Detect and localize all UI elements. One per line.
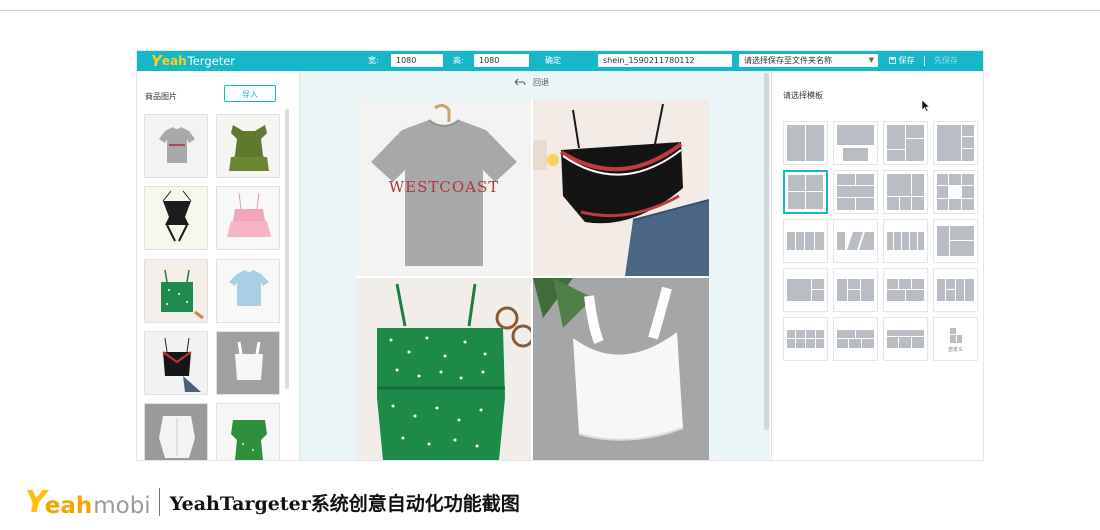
template-split-2-vertical[interactable]	[783, 121, 828, 165]
template-grid-3x4-c[interactable]	[883, 317, 928, 361]
template-grid-uneven-2[interactable]	[933, 121, 978, 165]
template-panel: 请选择模板 自定义	[771, 71, 983, 460]
thumbnail-green-ruffle-top[interactable]	[216, 114, 280, 178]
footer-logo-mark: Y	[25, 485, 47, 520]
disabled-action-label: 先保存	[934, 56, 958, 65]
thumbnail-green-ruffle-top-2[interactable]	[216, 403, 280, 460]
collage-cell-white-tank-top[interactable]	[533, 278, 709, 460]
height-input[interactable]: 1080	[474, 54, 529, 67]
mouse-cursor-icon	[921, 97, 931, 116]
app-window: Yeah Tergeter 宽: 1080 高: 1080 确定 shein_15…	[137, 51, 983, 460]
tshirt-print: WESTCOAST	[389, 178, 500, 196]
toolbar-divider	[924, 56, 925, 66]
footer-caption: YeahTargeter系统创意自动化功能截图	[169, 492, 520, 515]
undo-label: 回退	[533, 78, 549, 87]
template-panel-title: 请选择模板	[783, 91, 823, 100]
chevron-down-icon: ▼	[868, 56, 874, 64]
undo-button[interactable]: 回退	[514, 77, 549, 88]
template-grid-2x2[interactable]	[783, 170, 828, 214]
thumbnail-black-lace-up-top[interactable]	[144, 186, 208, 250]
thumbnail-scrollbar[interactable]	[285, 109, 289, 389]
app-logo: Yeah Tergeter	[151, 52, 235, 70]
template-grid-3-rows[interactable]	[833, 170, 878, 214]
confirm-button[interactable]: 确定	[545, 55, 561, 66]
logo-accent: eah	[161, 54, 187, 68]
thumbnail-black-stripe-cami[interactable]	[144, 331, 208, 395]
thumbnail-blue-ribbed-tee[interactable]	[216, 259, 280, 323]
slide-footer: Yeah mobi YeahTargeter系统创意自动化功能截图	[25, 482, 520, 522]
template-grid-checker[interactable]	[933, 170, 978, 214]
template-grid-3x4-b[interactable]	[833, 317, 878, 361]
collage-cell-green-floral-cami[interactable]	[357, 278, 531, 460]
top-bar: Yeah Tergeter 宽: 1080 高: 1080 确定 shein_15…	[137, 51, 983, 71]
logo-text: Tergeter	[187, 54, 236, 68]
footer-logo-text: mobi	[93, 493, 151, 519]
template-grid-row-mix-3[interactable]	[883, 268, 928, 312]
template-row-5[interactable]	[883, 219, 928, 263]
logo-mark: Y	[151, 52, 162, 70]
yeahmobi-logo: Yeah mobi	[25, 485, 151, 520]
custom-template-label: 自定义	[947, 347, 963, 353]
template-top-bottom-banner[interactable]	[833, 121, 878, 165]
import-button[interactable]: 导入	[224, 85, 276, 102]
collage-cell-black-stripe-cami[interactable]	[533, 100, 709, 276]
undo-icon	[514, 78, 526, 86]
save-label: 保存	[898, 56, 915, 65]
thumbnail-white-tank-top[interactable]	[216, 331, 280, 395]
folder-select[interactable]: 请选择保存至文件夹名称 ▼	[739, 54, 878, 67]
canvas-scrollbar[interactable]	[764, 73, 769, 430]
collage-canvas[interactable]: WESTCOAST	[357, 100, 709, 460]
filename-input[interactable]: shein_1590211780112	[598, 54, 732, 67]
template-grid-row-mix-2[interactable]	[833, 268, 878, 312]
width-input[interactable]: 1080	[391, 54, 443, 67]
template-grid-mixed-1[interactable]	[883, 170, 928, 214]
save-icon	[889, 57, 896, 64]
template-row-4[interactable]	[783, 219, 828, 263]
template-grid-row-mix-4[interactable]	[933, 268, 978, 312]
template-grid-uneven-1[interactable]	[883, 121, 928, 165]
template-grid-row-mix-1[interactable]	[783, 268, 828, 312]
panel-title: 商品图片	[145, 92, 177, 101]
product-images-panel: 商品图片 导入	[137, 71, 300, 460]
collage-cell-grey-tshirt[interactable]: WESTCOAST	[357, 100, 531, 276]
footer-logo-accent: eah	[44, 493, 93, 519]
template-grid-3x4-a[interactable]	[783, 317, 828, 361]
canvas-area: 回退 WESTCOAST	[300, 71, 770, 460]
template-grid-mixed-2[interactable]	[933, 219, 978, 263]
slide-top-rule	[0, 10, 1100, 11]
template-custom[interactable]: 自定义	[933, 317, 978, 361]
height-label: 高:	[453, 56, 464, 65]
folder-select-placeholder: 请选择保存至文件夹名称	[744, 56, 832, 65]
thumbnail-white-button-blouse[interactable]	[144, 403, 208, 460]
thumbnail-grey-tshirt[interactable]	[144, 114, 208, 178]
save-button[interactable]: 保存	[889, 55, 915, 66]
disabled-action[interactable]: 先保存	[934, 55, 958, 66]
thumbnail-pink-tiered-cami[interactable]	[216, 186, 280, 250]
footer-divider	[158, 488, 160, 516]
template-row-slant[interactable]	[833, 219, 878, 263]
width-label: 宽:	[368, 56, 379, 65]
thumbnail-green-floral-tube-top[interactable]	[144, 259, 208, 323]
